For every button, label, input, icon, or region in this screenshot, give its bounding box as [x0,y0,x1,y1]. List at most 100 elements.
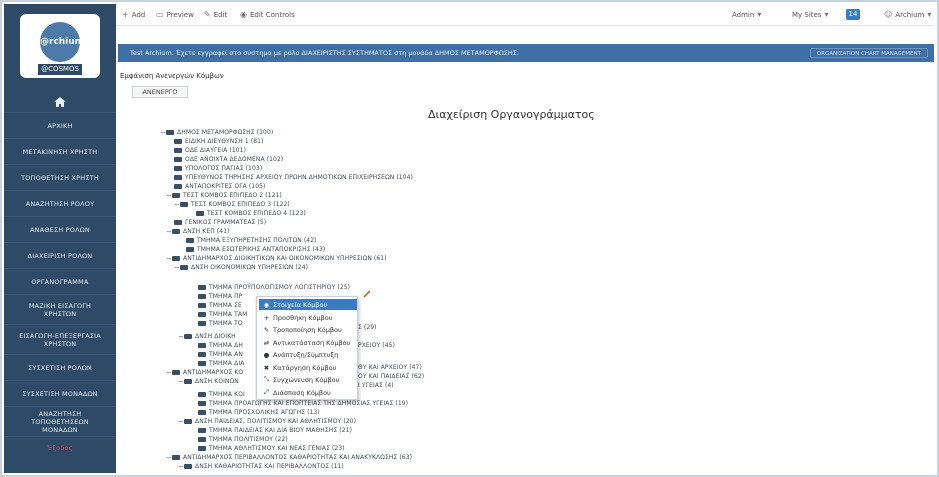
menu-item-node-details[interactable]: ◉ Στοιχεία Κόμβου [259,299,357,310]
logo[interactable]: @rchium @COSMOS [20,14,100,78]
sidebar-item-link-roles[interactable]: ΣΥΣΧΕΤΙΣΗ ΡΟΛΩΝ [4,354,116,380]
eye-icon: ◉ [240,10,247,19]
sidebar-item-bulk-import[interactable]: ΜΑΖΙΚΗ ΕΙΣΑΓΩΓΗ ΧΡΗΣΤΩΝ [4,294,116,324]
sidebar-item-assign-roles[interactable]: ΑΝΑΘΕΣΗ ΡΟΛΩΝ [4,216,116,242]
tree-node[interactable]: ΤΜΗΜΑ ΕΣΩΤΕΡΙΚΗΣ ΑΝΤΑΠΟΚΡΙΣΗΣ (43) [186,245,325,254]
sidebar-item-manage-roles[interactable]: ΔΙΑΧΕΙΡΙΣΗ ΡΟΛΩΝ [4,242,116,268]
tree-node[interactable]: − ΤΕΣΤ ΚΟΜΒΟΣ ΕΠΙΠΕΔΟ 3 (122) [174,200,290,209]
menu-item-edit-node[interactable]: ✎ Τροποποίηση Κόμβου [259,324,357,335]
tree-node[interactable]: ΤΜΗΜΑ ΠΑΙΔΕΙΑΣ ΚΑΙ ΔΙΑ ΒΙΟΥ ΜΑΘΗΣΗΣ (21) [198,426,352,435]
menu-item-split-node[interactable]: ⤢ Διάσπαση Κόμβου [259,387,357,398]
tree-node[interactable]: ΤΜΗΜΑ ΕΞΥΠΗΡΕΤΗΣΗΣ ΠΟΛΙΤΩΝ (42) [186,236,317,245]
menu-item-label: Διάσπαση Κόμβου [273,388,331,397]
tree-node[interactable]: − ΔΝΣΗ ΟΙΚΟΝΟΜΙΚΩΝ ΥΠΗΡΕΣΙΩΝ (24) [174,263,308,272]
folder-icon [198,446,206,451]
menu-item-label: Κατάργηση Κόμβου [273,363,337,372]
edit-pencil-icon[interactable] [363,290,371,298]
sidebar-item-link-units[interactable]: ΣΥΣΧΕΤΙΣΗ ΜΟΝΑΔΩΝ [4,380,116,406]
tree-node[interactable]: − ΑΝΤΙΔΗΜΑΡΧΟΣ ΠΕΡΙΒΑΛΛΟΝΤΟΣ ΚΑΘΑΡΙΟΤΗΤΑΣ… [166,453,412,462]
menu-item-add-node[interactable]: + Προσθήκη Κόμβου [259,312,357,323]
monitor-icon: ▭ [156,10,164,19]
sidebar-item-home[interactable]: ΑΡΧΙΚΗ [4,112,116,138]
tree-node[interactable]: ΕΙΔΙΚΗ ΔΙΕΥΘΥΝΣΗ 1 (81) [174,137,264,146]
tree-node[interactable]: ΤΜΗΜΑ ΠΡ [198,292,242,301]
folder-icon [198,401,206,406]
tree-node[interactable]: ΤΜΗΜΑ ΤΟ [198,319,243,328]
tree-node-label: ΓΕΝΙΚΟΣ ΓΡΑΜΜΑΤΕΑΣ (5) [185,219,267,226]
org-chart-management-button[interactable]: ORGANIZATION CHART MANAGEMENT [809,48,928,58]
info-icon: ◉ [263,300,270,309]
tree-node-label: ΔΝΣΗ ΚΕΠ (41) [183,228,230,235]
tree-node[interactable]: ΤΜΗΜΑ ΠΡΟΫΠΟΛΟΓΙΣΜΟΥ ΛΟΓΙΣΤΗΡΙΟΥ (25) [198,283,350,292]
menu-item-delete-node[interactable]: ✖ Κατάργηση Κόμβου [259,362,357,373]
tree-node-label: ΤΜΗΜΑ ΔΗ [209,342,243,349]
tree-node-label: ΤΕΣΤ ΚΟΜΒΟΣ ΕΠΙΠΕΔΟ 4 (123) [207,210,306,217]
tree-node[interactable]: − ΤΕΣΤ ΚΟΜΒΟΣ ΕΠΙΠΕΔΟ 2 (121) [166,191,282,200]
folder-icon [186,247,194,252]
tree-node-label: ΤΕΣΤ ΚΟΜΒΟΣ ΕΠΙΠΕΔΟ 2 (121) [183,192,282,199]
home-icon[interactable] [54,97,66,107]
tree-node-label: ΥΠΟΛΟΓΟΣ ΠΑΓΙΑΣ (103) [185,165,263,172]
tree-node[interactable]: ΤΕΣΤ ΚΟΜΒΟΣ ΕΠΙΠΕΔΟ 4 (123) [196,209,306,218]
tree-node[interactable]: − ΔΝΣΗ ΚΑΘΑΡΙΟΤΗΤΑΣ ΚΑΙ ΠΕΡΙΒΑΛΛΟΝΤΟΣ (11… [178,462,344,471]
tree-node-label: ΑΝΤΙΔΗΜΑΡΧΟΣ ΠΕΡΙΒΑΛΛΟΝΤΟΣ ΚΑΘΑΡΙΟΤΗΤΑΣ … [183,454,413,461]
tree-node[interactable]: ΤΜΗΜΑ ΔΙΑ [198,359,244,368]
tree-node-suffix: ΡΧΕΙΟΥ (45) [358,342,396,349]
tree-node-label: ΕΙΔΙΚΗ ΔΙΕΥΘΥΝΣΗ 1 (81) [185,138,264,145]
user-menu[interactable]: ☺ Archium ▾ [884,10,931,19]
tree-node[interactable]: ΤΜΗΜΑ ΑΝ [198,350,243,359]
folder-icon [198,303,206,308]
admin-menu[interactable]: Admin ▾ [732,10,761,19]
menu-item-merge-node[interactable]: ⤡ Συγχώνευση Κόμβου [259,374,357,385]
folder-icon [184,334,192,339]
top-toolbar: + Add ▭ Preview ✎ Edit ◉ Edit Controls Admin… [116,4,935,26]
caret-down-icon: ▾ [757,10,762,19]
merge-icon: ⤡ [263,375,270,383]
tree-node[interactable]: ΤΜΗΜΑ ΣΕ [198,301,242,310]
edit-button[interactable]: ✎ Edit [204,10,227,19]
folder-icon [174,220,182,225]
tree-node[interactable]: ΤΜΗΜΑ ΠΡΟΣΧΟΛΙΚΗΣ ΑΓΩΓΗΣ (13) [198,408,320,417]
sidebar-item-move-user[interactable]: ΜΕΤΑΚΙΝΗΣΗ ΧΡΗΣΤΗ [4,138,116,164]
tree-node[interactable]: ΟΔΕ ΔΙΑΥΓΕΙΑ (101) [174,146,246,155]
show-inactive-label: Εμφάνιση Ανενεργών Κόμβων [120,72,224,80]
tree-node[interactable]: ΤΜΗΜΑ ΑΘΛΗΤΙΣΜΟΥ ΚΑΙ ΝΕΑΣ ΓΕΝΙΑΣ (23) [198,444,345,453]
sidebar-item-import-edit-users[interactable]: ΕΙΣΑΓΩΓΗ-ΕΠΕΞΕΡΓΑΣΙΑ ΧΡΗΣΤΩΝ [4,324,116,354]
tree-node-label: ΤΜΗΜΑ ΤΟ [209,320,243,327]
tree-node[interactable]: ΓΕΝΙΚΟΣ ΓΡΑΜΜΑΤΕΑΣ (5) [174,218,266,227]
add-button[interactable]: + Add [122,10,145,19]
tree-node-label: ΔΝΣΗ ΠΑΙΔΕΙΑΣ, ΠΟΛΙΤΙΣΜΟΥ ΚΑΙ ΑΘΛΗΤΙΣΜΟΥ… [195,418,357,425]
tree-node[interactable]: − ΔΝΣΗ ΠΑΙΔΕΙΑΣ, ΠΟΛΙΤΙΣΜΟΥ ΚΑΙ ΑΘΛΗΤΙΣΜΟ… [178,417,356,426]
sidebar-item-search-role[interactable]: ΑΝΑΖΗΤΗΣΗ ΡΟΛΟΥ [4,190,116,216]
tree-node[interactable]: ΑΝΤΑΠΟΚΡΙΤΕΣ ΟΓΑ (105) [174,182,265,191]
my-sites-menu[interactable]: My Sites ▾ [792,10,829,19]
menu-item-label: Στοιχεία Κόμβου [273,300,328,309]
tree-node[interactable]: − ΑΝΤΙΔΗΜΑΡΧΟΣ ΚΟ [166,368,243,377]
edit-controls-button[interactable]: ◉ Edit Controls [240,10,295,19]
tree-node[interactable]: ΤΜΗΜΑ ΤΑΜ [198,310,247,319]
tree-node[interactable]: ΥΠΟΛΟΓΟΣ ΠΑΓΙΑΣ (103) [174,164,262,173]
folder-icon [198,410,206,415]
tree-node[interactable]: ΟΔΕ ΑΝΟΙΧΤΑ ΔΕΔΟΜΕΝΑ (102) [174,155,283,164]
tree-node[interactable]: ΤΜΗΜΑ ΠΟΛΙΤΙΣΜΟΥ (22) [198,435,288,444]
tree-node[interactable]: ΤΜΗΜΑ ΔΗ [198,341,243,350]
sidebar-item-logout[interactable]: Έξοδος [4,436,116,458]
tree-node[interactable]: − ΔΝΣΗ ΚΕΠ (41) [166,227,230,236]
menu-item-replace-node[interactable]: ⇄ Αντικατάσταση Κόμβου [259,337,357,348]
menu-item-expand-collapse[interactable]: ● Ανάπτυξη/Σύμπτυξη [259,349,357,360]
tree-node[interactable]: ΤΜΗΜΑ ΚΟΙ [198,390,245,399]
tree-node[interactable]: − ΔΝΣΗ ΚΟΙΝΩΝ [178,377,239,386]
preview-button[interactable]: ▭ Preview [156,10,194,19]
sidebar-item-org-chart[interactable]: ΟΡΓΑΝΟΓΡΑΜΜΑ [4,268,116,294]
sidebar-item-search-placements[interactable]: ΑΝΑΖΗΤΗΣΗ ΤΟΠΟΘΕΤΗΣΕΩΝ ΜΟΝΑΔΩΝ [4,406,116,436]
sidebar-item-place-user[interactable]: ΤΟΠΟΘΕΤΗΣΗ ΧΡΗΣΤΗ [4,164,116,190]
tree-node-label: ΤΜΗΜΑ ΠΡΟΑΓΩΓΗΣ ΚΑΙ ΕΠΟΠΤΕΙΑΣ ΤΗΣ ΔΗΜΟΣΙ… [209,400,409,407]
tree-node-suffix: Ι ΥΓΕΙΑΣ (4) [358,382,394,389]
tree-node[interactable]: − ΔΝΣΗ ΔΙΟΙΚΗ [178,332,236,341]
tree-node[interactable]: − ΑΝΤΙΔΗΜΑΡΧΟΣ ΔΙΟΙΚΗΤΙΚΩΝ ΚΑΙ ΟΙΚΟΝΟΜΙΚΩ… [166,254,387,263]
tree-node[interactable]: ΥΠΕΥΘΥΝΟΣ ΤΗΡΗΣΗΣ ΑΡΧΕΙΟΥ ΠΡΩΗΝ ΔΗΜΟΤΙΚΩ… [174,173,413,182]
notification-badge[interactable]: 14 [846,9,860,20]
inactive-toggle-button[interactable]: ΑΝΕΝΕΡΓΟ [132,86,188,98]
tree-node[interactable]: − ΔΗΜΟΣ ΜΕΤΑΜΟΡΦΩΣΗΣ (100) [160,128,273,137]
tree-node[interactable]: ΤΜΗΜΑ ΠΡΟΑΓΩΓΗΣ ΚΑΙ ΕΠΟΠΤΕΙΑΣ ΤΗΣ ΔΗΜΟΣΙ… [198,399,408,408]
